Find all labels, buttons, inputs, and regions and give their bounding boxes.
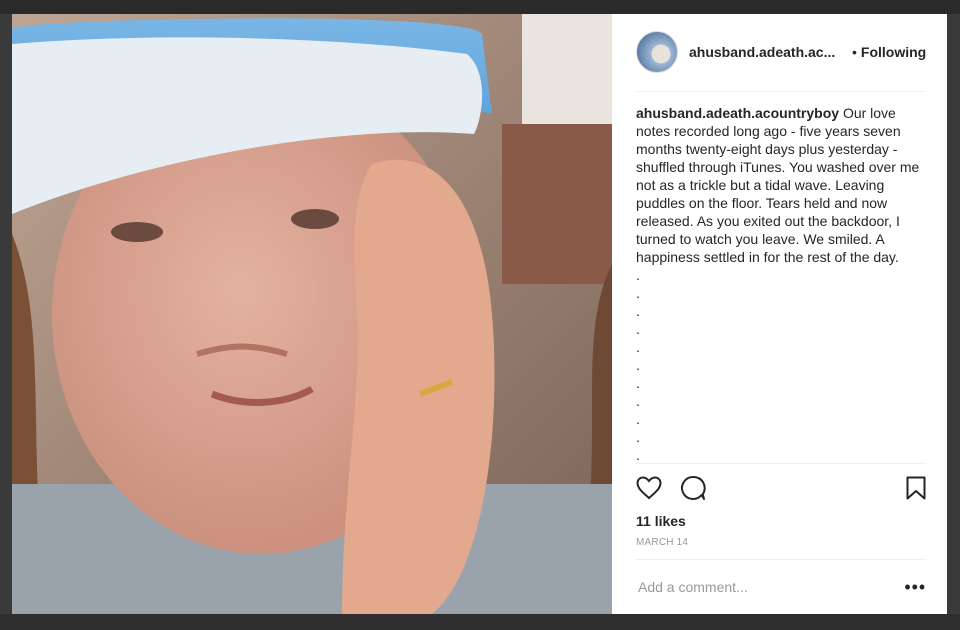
caption-dots: . . . . . . . . . . . — [636, 266, 926, 463]
post-header: ahusband.adeath.ac... • Following — [636, 14, 927, 92]
backdrop-bottom — [0, 614, 960, 630]
likes-count[interactable]: 11 likes — [636, 513, 925, 535]
caption-dot: . — [636, 446, 640, 463]
caption-dot: . — [636, 392, 640, 409]
comment-bubble-icon[interactable] — [680, 475, 706, 501]
heart-icon[interactable] — [636, 476, 662, 500]
caption-dot: . — [636, 320, 640, 337]
caption: ahusband.adeath.acountryboy Our love not… — [636, 104, 926, 463]
selfie-photo-illustration — [12, 14, 612, 614]
post-photo[interactable] — [12, 14, 612, 614]
comment-bar: ••• — [636, 559, 927, 614]
backdrop-top — [0, 0, 960, 14]
post-modal: ahusband.adeath.ac... • Following ahusba… — [12, 14, 947, 614]
avatar[interactable] — [636, 31, 678, 74]
caption-dot: . — [636, 284, 640, 301]
action-bar — [636, 462, 927, 514]
caption-dot: . — [636, 266, 640, 283]
caption-dot: . — [636, 428, 640, 445]
post-side-panel: ahusband.adeath.ac... • Following ahusba… — [612, 14, 947, 614]
username-link[interactable]: ahusband.adeath.ac... — [689, 44, 841, 60]
separator-dot: • — [852, 44, 857, 61]
caption-text: Our love notes recorded long ago - five … — [636, 104, 920, 265]
comment-input[interactable] — [636, 578, 905, 597]
more-options-icon[interactable]: ••• — [904, 577, 926, 598]
following-button[interactable]: Following — [861, 44, 926, 60]
caption-dot: . — [636, 374, 640, 391]
bookmark-icon[interactable] — [906, 476, 926, 500]
caption-username-link[interactable]: ahusband.adeath.acountryboy — [636, 105, 839, 121]
caption-dot: . — [636, 302, 640, 319]
caption-dot: . — [636, 338, 640, 355]
post-date[interactable]: MARCH 14 — [636, 537, 925, 559]
caption-dot: . — [636, 410, 640, 427]
caption-dot: . — [636, 356, 640, 373]
